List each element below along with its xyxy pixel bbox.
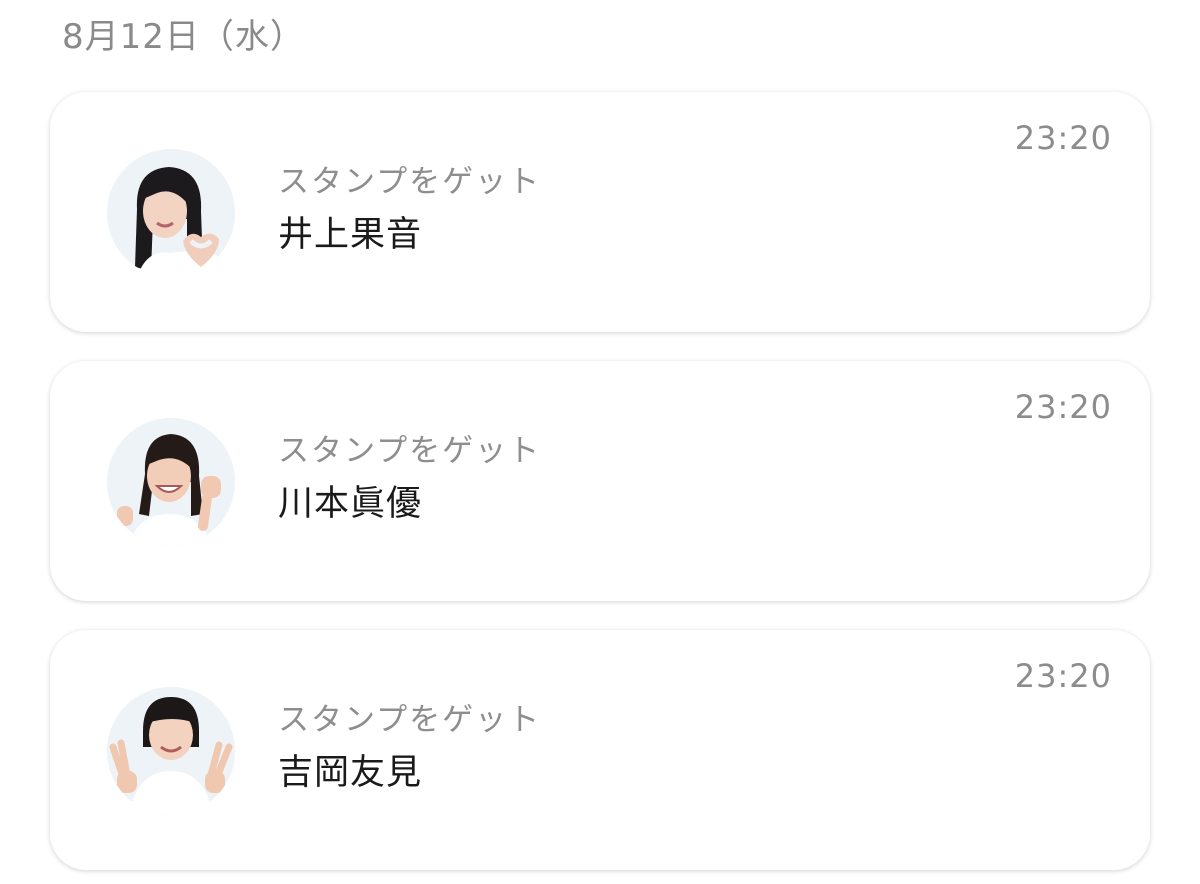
avatar [107, 418, 235, 546]
notification-subtitle: スタンプをゲット [278, 433, 542, 469]
avatar [107, 687, 235, 815]
notification-card[interactable]: 23:20 スタンプをゲット 川本眞優 [50, 361, 1150, 601]
member-photo-icon [107, 418, 235, 546]
member-photo-icon [107, 149, 235, 277]
member-name: 川本眞優 [278, 484, 423, 524]
notification-subtitle: スタンプをゲット [278, 164, 542, 200]
notification-subtitle: スタンプをゲット [278, 702, 542, 738]
notification-time: 23:20 [1014, 388, 1112, 426]
member-name: 吉岡友見 [278, 753, 423, 793]
avatar [107, 149, 235, 277]
notification-time: 23:20 [1014, 119, 1112, 157]
notification-card[interactable]: 23:20 スタンプをゲット 井上果音 [50, 92, 1150, 332]
member-photo-icon [107, 687, 235, 815]
date-header: 8月12日（水） [62, 17, 305, 57]
member-name: 井上果音 [278, 215, 423, 255]
notification-card[interactable]: 23:20 スタンプをゲット 吉岡友見 [50, 630, 1150, 870]
notification-time: 23:20 [1014, 657, 1112, 695]
